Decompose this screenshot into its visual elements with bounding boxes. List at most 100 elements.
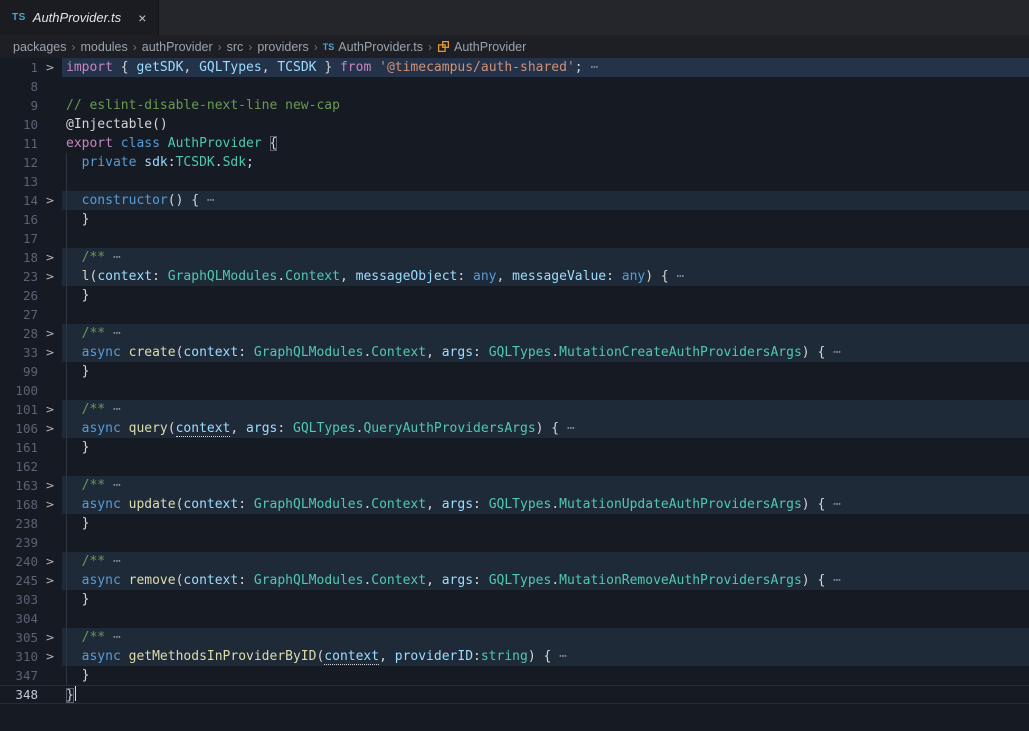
code-line[interactable]: 310> async getMethodsInProviderByID(cont…: [0, 647, 1029, 666]
line-number[interactable]: 99: [0, 362, 38, 381]
code-line[interactable]: 304: [0, 609, 1029, 628]
line-number[interactable]: 239: [0, 533, 38, 552]
breadcrumb-item-authprovider[interactable]: AuthProvider: [437, 40, 526, 54]
line-number[interactable]: 101: [0, 400, 38, 419]
line-number[interactable]: 26: [0, 286, 38, 305]
fold-chevron-icon[interactable]: >: [38, 400, 62, 419]
line-number[interactable]: 13: [0, 172, 38, 191]
code-line[interactable]: 13: [0, 172, 1029, 191]
code-line[interactable]: 238 }: [0, 514, 1029, 533]
fold-chevron-icon[interactable]: >: [38, 552, 62, 571]
folded-code-ellipsis[interactable]: ⋯: [825, 345, 841, 360]
code-line[interactable]: 305> /** ⋯: [0, 628, 1029, 647]
line-number[interactable]: 27: [0, 305, 38, 324]
line-number[interactable]: 245: [0, 571, 38, 590]
line-number[interactable]: 17: [0, 229, 38, 248]
line-number[interactable]: 12: [0, 153, 38, 172]
code-line[interactable]: 168> async update(context: GraphQLModule…: [0, 495, 1029, 514]
code-line[interactable]: 11export class AuthProvider {: [0, 134, 1029, 153]
fold-chevron-icon[interactable]: >: [38, 343, 62, 362]
line-number[interactable]: 11: [0, 134, 38, 153]
line-number[interactable]: 14: [0, 191, 38, 210]
code-line[interactable]: 348}: [0, 685, 1029, 704]
code-line[interactable]: 162: [0, 457, 1029, 476]
line-number[interactable]: 10: [0, 115, 38, 134]
code-line[interactable]: 28> /** ⋯: [0, 324, 1029, 343]
line-number[interactable]: 305: [0, 628, 38, 647]
code-line[interactable]: 245> async remove(context: GraphQLModule…: [0, 571, 1029, 590]
code-line[interactable]: 106> async query(context, args: GQLTypes…: [0, 419, 1029, 438]
code-line[interactable]: 27: [0, 305, 1029, 324]
breadcrumb-item-modules[interactable]: modules: [81, 40, 128, 54]
fold-chevron-icon[interactable]: >: [38, 267, 62, 286]
code-line[interactable]: 347 }: [0, 666, 1029, 685]
line-number[interactable]: 240: [0, 552, 38, 571]
folded-code-ellipsis[interactable]: ⋯: [199, 193, 215, 208]
code-line[interactable]: 239: [0, 533, 1029, 552]
code-line[interactable]: 12 private sdk:TCSDK.Sdk;: [0, 153, 1029, 172]
line-number[interactable]: 18: [0, 248, 38, 267]
line-number[interactable]: 348: [0, 686, 38, 703]
code-line[interactable]: 1>import { getSDK, GQLTypes, TCSDK } fro…: [0, 58, 1029, 77]
line-number[interactable]: 347: [0, 666, 38, 685]
line-number[interactable]: 8: [0, 77, 38, 96]
code-line[interactable]: 23> l(context: GraphQLModules.Context, m…: [0, 267, 1029, 286]
line-number[interactable]: 162: [0, 457, 38, 476]
fold-chevron-icon[interactable]: >: [38, 628, 62, 647]
fold-chevron-icon[interactable]: >: [38, 191, 62, 210]
folded-code-ellipsis[interactable]: ⋯: [825, 573, 841, 588]
fold-chevron-icon[interactable]: >: [38, 495, 62, 514]
line-number[interactable]: 303: [0, 590, 38, 609]
fold-chevron-icon[interactable]: >: [38, 571, 62, 590]
code-line[interactable]: 101> /** ⋯: [0, 400, 1029, 419]
line-number[interactable]: 100: [0, 381, 38, 400]
folded-code-ellipsis[interactable]: ⋯: [105, 554, 121, 569]
code-line[interactable]: 16 }: [0, 210, 1029, 229]
editor[interactable]: 1>import { getSDK, GQLTypes, TCSDK } fro…: [0, 58, 1029, 731]
breadcrumb-item-src[interactable]: src: [227, 40, 244, 54]
line-number[interactable]: 310: [0, 647, 38, 666]
code-line[interactable]: 10@Injectable(): [0, 115, 1029, 134]
code-line[interactable]: 163> /** ⋯: [0, 476, 1029, 495]
line-number[interactable]: 28: [0, 324, 38, 343]
code-line[interactable]: 14> constructor() { ⋯: [0, 191, 1029, 210]
line-number[interactable]: 16: [0, 210, 38, 229]
code-line[interactable]: 8: [0, 77, 1029, 96]
breadcrumb-item-authprovider-ts[interactable]: TSAuthProvider.ts: [323, 40, 423, 54]
fold-chevron-icon[interactable]: >: [38, 419, 62, 438]
folded-code-ellipsis[interactable]: ⋯: [551, 649, 567, 664]
fold-chevron-icon[interactable]: >: [38, 324, 62, 343]
code-line[interactable]: 161 }: [0, 438, 1029, 457]
folded-code-ellipsis[interactable]: ⋯: [669, 269, 685, 284]
folded-code-ellipsis[interactable]: ⋯: [105, 478, 121, 493]
folded-code-ellipsis[interactable]: ⋯: [583, 60, 599, 75]
code-line[interactable]: 18> /** ⋯: [0, 248, 1029, 267]
line-number[interactable]: 106: [0, 419, 38, 438]
line-number[interactable]: 163: [0, 476, 38, 495]
code-line[interactable]: 303 }: [0, 590, 1029, 609]
line-number[interactable]: 23: [0, 267, 38, 286]
line-number[interactable]: 168: [0, 495, 38, 514]
breadcrumb-item-packages[interactable]: packages: [13, 40, 67, 54]
close-tab-icon[interactable]: ×: [138, 10, 146, 26]
line-number[interactable]: 304: [0, 609, 38, 628]
breadcrumb-item-providers[interactable]: providers: [257, 40, 308, 54]
code-line[interactable]: 9// eslint-disable-next-line new-cap: [0, 96, 1029, 115]
line-number[interactable]: 9: [0, 96, 38, 115]
fold-chevron-icon[interactable]: >: [38, 58, 62, 77]
folded-code-ellipsis[interactable]: ⋯: [105, 402, 121, 417]
fold-chevron-icon[interactable]: >: [38, 476, 62, 495]
code-line[interactable]: 33> async create(context: GraphQLModules…: [0, 343, 1029, 362]
folded-code-ellipsis[interactable]: ⋯: [105, 250, 121, 265]
fold-chevron-icon[interactable]: >: [38, 647, 62, 666]
code-line[interactable]: 99 }: [0, 362, 1029, 381]
folded-code-ellipsis[interactable]: ⋯: [559, 421, 575, 436]
line-number[interactable]: 33: [0, 343, 38, 362]
code-line[interactable]: 100: [0, 381, 1029, 400]
folded-code-ellipsis[interactable]: ⋯: [105, 326, 121, 341]
fold-chevron-icon[interactable]: >: [38, 248, 62, 267]
code-line[interactable]: 240> /** ⋯: [0, 552, 1029, 571]
line-number[interactable]: 238: [0, 514, 38, 533]
line-number[interactable]: 161: [0, 438, 38, 457]
breadcrumb-item-authprovider[interactable]: authProvider: [142, 40, 213, 54]
